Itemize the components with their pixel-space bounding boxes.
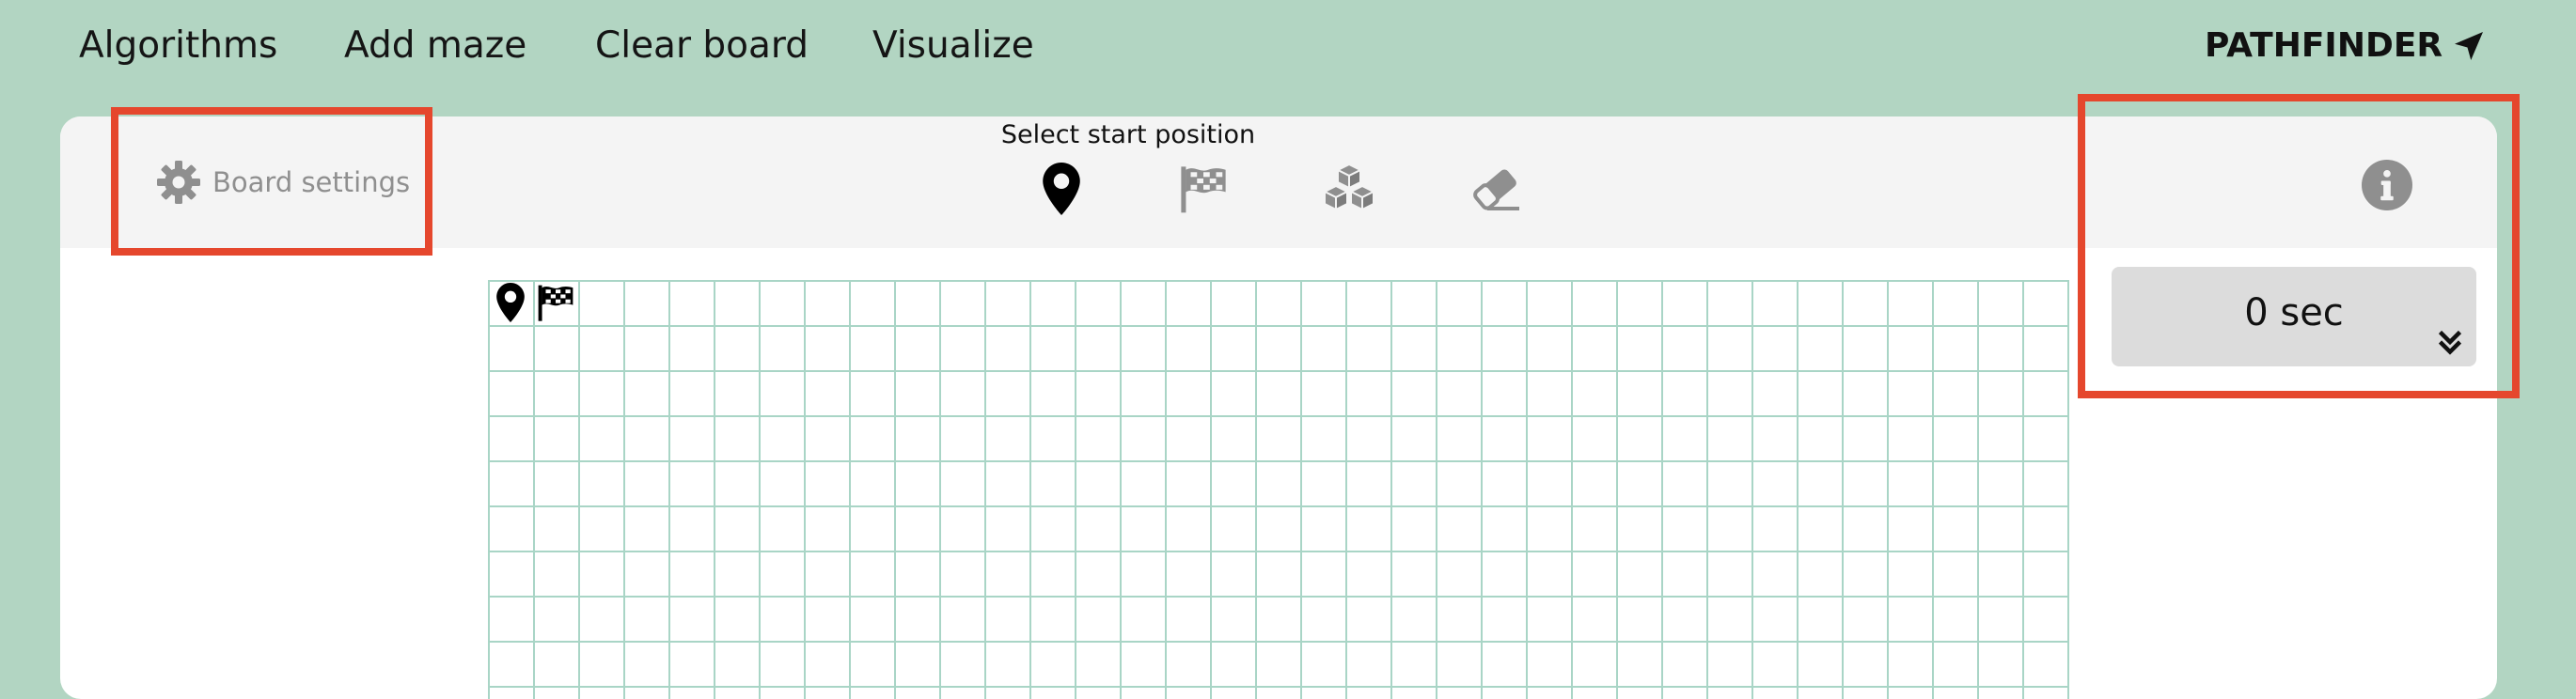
target-flag-tool[interactable] bbox=[1170, 156, 1236, 222]
nav-add-maze[interactable]: Add maze bbox=[344, 24, 526, 67]
send-arrow-icon bbox=[2455, 31, 2484, 60]
nav-clear-board[interactable]: Clear board bbox=[595, 24, 809, 67]
mode-label: Select start position bbox=[1000, 120, 1256, 149]
top-navbar: Algorithms Add maze Clear board Visualiz… bbox=[0, 0, 2576, 98]
target-node[interactable] bbox=[533, 280, 578, 325]
main-card: Board settings Select start position 0 s… bbox=[60, 116, 2497, 699]
info-button[interactable] bbox=[2354, 152, 2420, 218]
brand-title: PATHFINDER bbox=[2205, 26, 2443, 65]
toolbar: Board settings Select start position bbox=[60, 116, 2497, 248]
eraser-tool[interactable] bbox=[1463, 156, 1529, 222]
info-icon bbox=[2362, 160, 2412, 210]
pathfinding-grid[interactable] bbox=[488, 280, 2069, 699]
nav-algorithms[interactable]: Algorithms bbox=[79, 24, 277, 67]
board-settings-button[interactable]: Board settings bbox=[154, 158, 410, 207]
start-node[interactable] bbox=[488, 280, 533, 325]
chevrons-down-icon[interactable] bbox=[2433, 325, 2467, 359]
timer-value: 0 sec bbox=[2244, 291, 2344, 334]
board-settings-label: Board settings bbox=[212, 166, 411, 198]
map-marker-icon bbox=[496, 283, 525, 322]
checkered-flag-icon bbox=[1181, 166, 1226, 213]
checkered-flag-icon bbox=[538, 285, 573, 321]
map-marker-icon bbox=[1043, 163, 1080, 215]
eraser-icon bbox=[1473, 169, 1519, 210]
brand-logo[interactable]: PATHFINDER bbox=[2205, 26, 2486, 65]
timer-panel: 0 sec bbox=[2112, 267, 2476, 366]
gear-icon bbox=[157, 161, 200, 204]
start-marker-tool[interactable] bbox=[1029, 156, 1094, 222]
walls-tool[interactable] bbox=[1316, 156, 1382, 222]
cubes-icon bbox=[1322, 163, 1376, 211]
nav-visualize[interactable]: Visualize bbox=[872, 24, 1034, 67]
